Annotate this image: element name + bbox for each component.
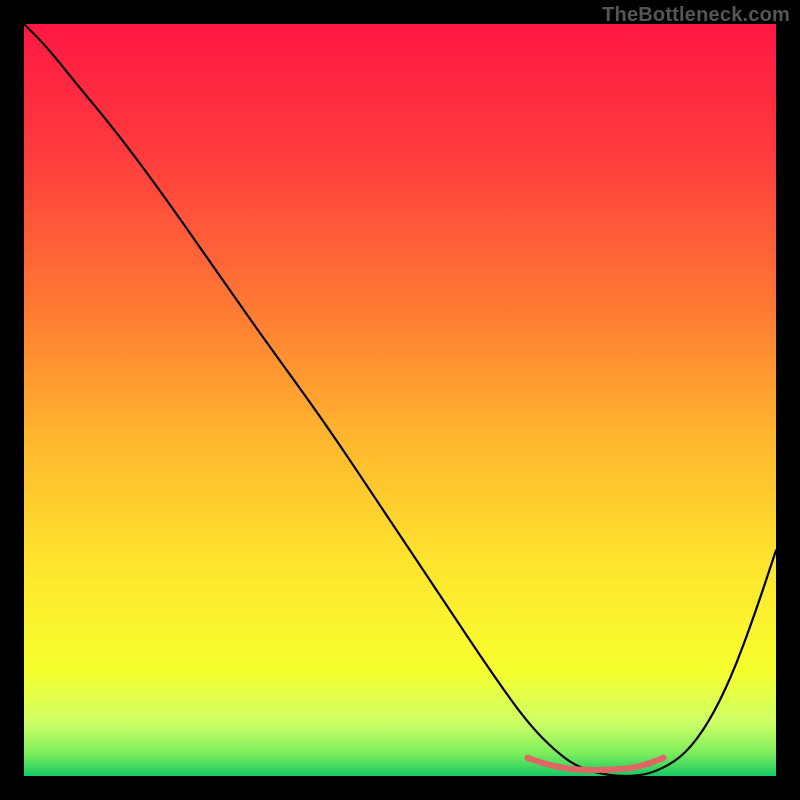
optimal-zone-dot <box>540 760 547 767</box>
watermark-text: TheBottleneck.com <box>602 4 790 27</box>
optimal-zone-dot <box>660 755 667 762</box>
optimal-zone-dot <box>525 755 532 762</box>
optimal-zone-dot <box>570 766 577 773</box>
optimal-zone-dot <box>600 767 607 774</box>
chart-plot-area <box>24 24 776 776</box>
chart-background <box>24 24 776 776</box>
optimal-zone-dot <box>630 764 637 771</box>
optimal-zone-dot <box>645 761 652 768</box>
optimal-zone-dot <box>585 767 592 774</box>
optimal-zone-dot <box>615 766 622 773</box>
optimal-zone-dot <box>555 764 562 771</box>
chart-svg <box>24 24 776 776</box>
chart-frame: TheBottleneck.com <box>0 0 800 800</box>
